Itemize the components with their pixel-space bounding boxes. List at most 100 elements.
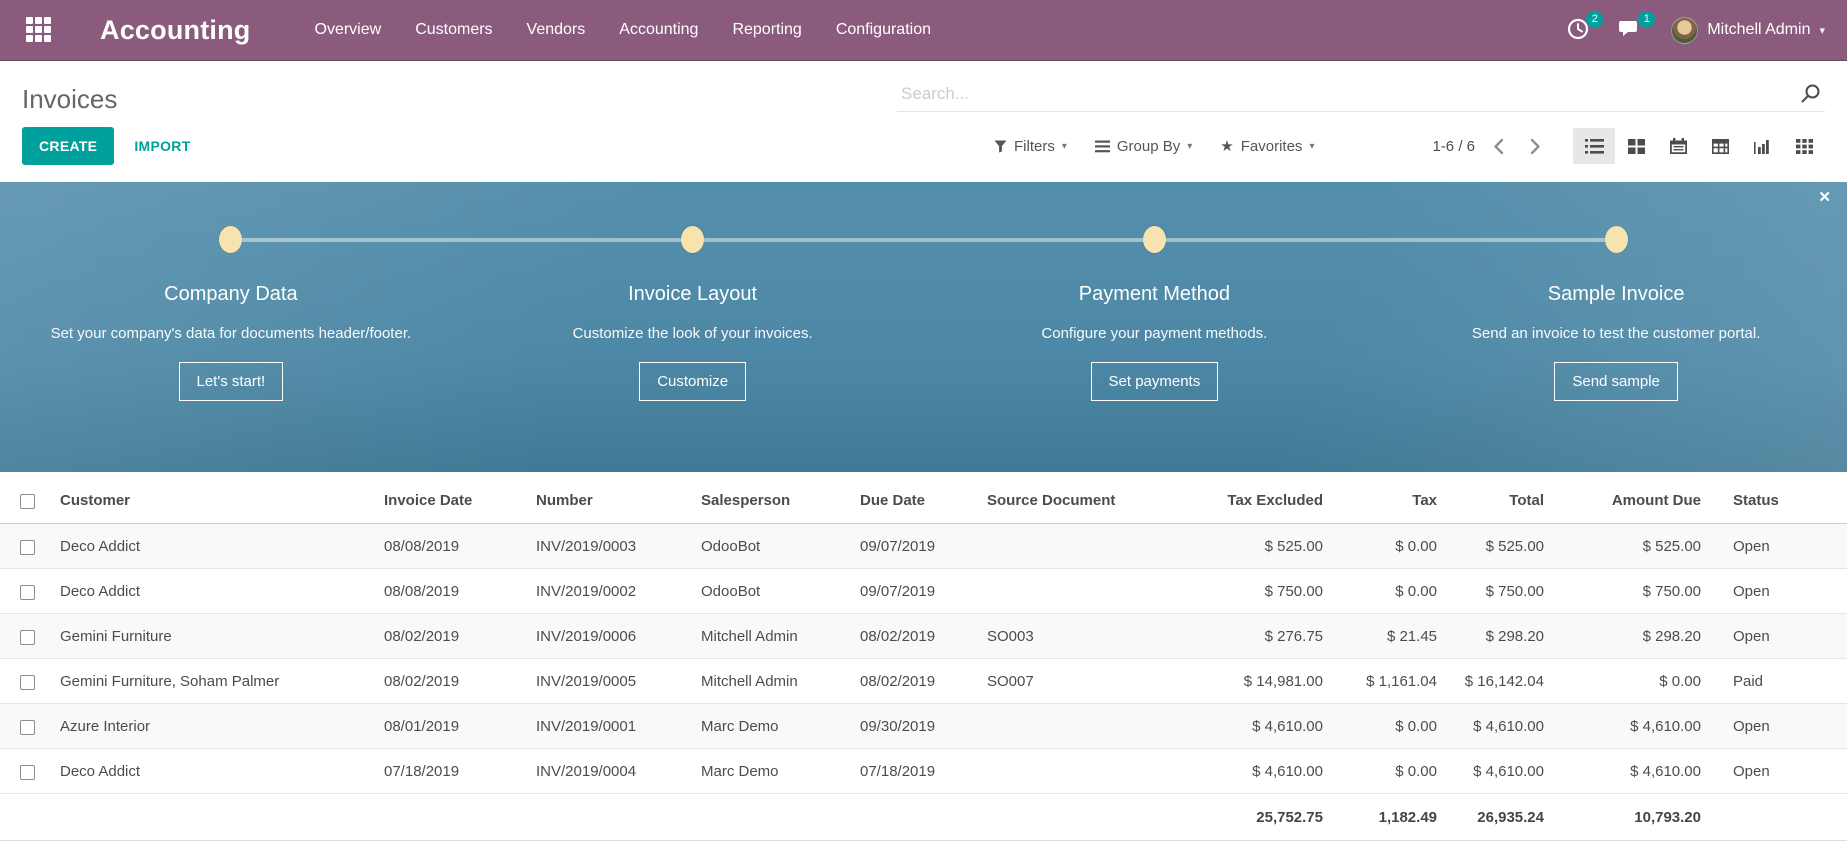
menu-vendors[interactable]: Vendors bbox=[527, 21, 586, 39]
col-status[interactable]: Status bbox=[1715, 476, 1847, 524]
step-title: Sample Invoice bbox=[1548, 283, 1685, 306]
view-switcher bbox=[1573, 128, 1825, 164]
systray: 2 1 Mitchell Admin ▾ bbox=[1567, 17, 1825, 44]
menu-reporting[interactable]: Reporting bbox=[732, 21, 801, 39]
row-checkbox[interactable] bbox=[0, 659, 42, 704]
table-row[interactable]: Gemini Furniture 08/02/2019 INV/2019/000… bbox=[0, 614, 1847, 659]
filters-dropdown[interactable]: Filters ▾ bbox=[994, 138, 1067, 155]
chevron-down-icon: ▾ bbox=[1187, 141, 1192, 152]
control-panel-top: Invoices bbox=[0, 61, 1847, 112]
status-badge: Open bbox=[1715, 614, 1847, 659]
step-dot bbox=[1143, 226, 1166, 253]
status-badge: Open bbox=[1715, 569, 1847, 614]
lets-start-button[interactable]: Let's start! bbox=[179, 362, 284, 401]
table-header-row: Customer Invoice Date Number Salesperson… bbox=[0, 476, 1847, 524]
activity-view-icon[interactable] bbox=[1783, 128, 1825, 164]
step-dot bbox=[681, 226, 704, 253]
page-title: Invoices bbox=[22, 86, 117, 112]
chevron-down-icon: ▾ bbox=[1309, 141, 1314, 152]
col-invoice-date[interactable]: Invoice Date bbox=[366, 476, 518, 524]
table-row[interactable]: Deco Addict 07/18/2019 INV/2019/0004 Mar… bbox=[0, 749, 1847, 794]
search-icon[interactable] bbox=[1800, 83, 1821, 104]
menu-configuration[interactable]: Configuration bbox=[836, 21, 931, 39]
total-tax-excluded: 25,752.75 bbox=[1137, 794, 1337, 841]
step-dot bbox=[1605, 226, 1628, 253]
table-row[interactable]: Azure Interior 08/01/2019 INV/2019/0001 … bbox=[0, 704, 1847, 749]
step-company-data: Company Data Set your company's data for… bbox=[0, 226, 462, 401]
total-total: 26,935.24 bbox=[1451, 794, 1558, 841]
row-checkbox[interactable] bbox=[0, 749, 42, 794]
invoice-list: Customer Invoice Date Number Salesperson… bbox=[0, 476, 1847, 841]
col-amount-due[interactable]: Amount Due bbox=[1558, 476, 1715, 524]
chevron-down-icon: ▾ bbox=[1819, 24, 1825, 37]
top-navbar: Accounting Overview Customers Vendors Ac… bbox=[0, 0, 1847, 61]
pager-range: 1-6 / 6 bbox=[1432, 138, 1475, 155]
app-title: Accounting bbox=[100, 15, 251, 46]
status-badge: Open bbox=[1715, 749, 1847, 794]
user-menu[interactable]: Mitchell Admin ▾ bbox=[1671, 17, 1825, 44]
list-view-icon[interactable] bbox=[1573, 128, 1615, 164]
pager-next-icon[interactable] bbox=[1530, 138, 1541, 155]
status-badge: Paid bbox=[1715, 659, 1847, 704]
col-tax[interactable]: Tax bbox=[1337, 476, 1451, 524]
step-payment-method: Payment Method Configure your payment me… bbox=[924, 226, 1386, 401]
row-checkbox[interactable] bbox=[0, 569, 42, 614]
col-number[interactable]: Number bbox=[518, 476, 683, 524]
chevron-down-icon: ▾ bbox=[1062, 141, 1067, 152]
search-input[interactable] bbox=[901, 84, 1800, 104]
row-checkbox[interactable] bbox=[0, 704, 42, 749]
import-button[interactable]: IMPORT bbox=[134, 138, 190, 154]
select-all-checkbox[interactable] bbox=[0, 476, 42, 524]
send-sample-button[interactable]: Send sample bbox=[1554, 362, 1678, 401]
user-name: Mitchell Admin bbox=[1707, 21, 1810, 39]
pager: 1-6 / 6 bbox=[1432, 138, 1541, 155]
message-count-badge: 1 bbox=[1638, 11, 1655, 28]
activity-count-badge: 2 bbox=[1586, 11, 1603, 28]
pivot-view-icon[interactable] bbox=[1699, 128, 1741, 164]
menu-overview[interactable]: Overview bbox=[315, 21, 382, 39]
totals-row: 25,752.75 1,182.49 26,935.24 10,793.20 bbox=[0, 794, 1847, 841]
step-description: Send an invoice to test the customer por… bbox=[1472, 322, 1761, 345]
set-payments-button[interactable]: Set payments bbox=[1091, 362, 1219, 401]
groupby-dropdown[interactable]: Group By ▾ bbox=[1095, 138, 1192, 155]
graph-view-icon[interactable] bbox=[1741, 128, 1783, 164]
step-title: Company Data bbox=[164, 283, 297, 306]
status-badge: Open bbox=[1715, 524, 1847, 569]
messages-icon[interactable]: 1 bbox=[1619, 18, 1645, 42]
step-description: Customize the look of your invoices. bbox=[573, 322, 813, 345]
step-sample-invoice: Sample Invoice Send an invoice to test t… bbox=[1385, 226, 1847, 401]
main-menu: Overview Customers Vendors Accounting Re… bbox=[315, 21, 931, 39]
step-description: Set your company's data for documents he… bbox=[51, 322, 412, 345]
kanban-view-icon[interactable] bbox=[1615, 128, 1657, 164]
col-total[interactable]: Total bbox=[1451, 476, 1558, 524]
activity-clock-icon[interactable]: 2 bbox=[1567, 18, 1593, 42]
search-bar bbox=[897, 83, 1825, 112]
pager-previous-icon[interactable] bbox=[1493, 138, 1504, 155]
row-checkbox[interactable] bbox=[0, 614, 42, 659]
col-customer[interactable]: Customer bbox=[42, 476, 366, 524]
table-row[interactable]: Deco Addict 08/08/2019 INV/2019/0003 Odo… bbox=[0, 524, 1847, 569]
table-row[interactable]: Deco Addict 08/08/2019 INV/2019/0002 Odo… bbox=[0, 569, 1847, 614]
col-tax-excluded[interactable]: Tax Excluded bbox=[1137, 476, 1337, 524]
step-invoice-layout: Invoice Layout Customize the look of you… bbox=[462, 226, 924, 401]
group-by-icon bbox=[1095, 140, 1110, 153]
apps-menu-icon[interactable] bbox=[26, 17, 52, 43]
onboarding-banner: ✕ Company Data Set your company's data f… bbox=[0, 182, 1847, 472]
filter-funnel-icon bbox=[994, 140, 1007, 153]
step-title: Invoice Layout bbox=[628, 283, 757, 306]
step-dot bbox=[219, 226, 242, 253]
create-button[interactable]: CREATE bbox=[22, 127, 114, 165]
col-source-document[interactable]: Source Document bbox=[969, 476, 1137, 524]
col-due-date[interactable]: Due Date bbox=[842, 476, 969, 524]
customize-button[interactable]: Customize bbox=[639, 362, 746, 401]
calendar-view-icon[interactable] bbox=[1657, 128, 1699, 164]
search-options: Filters ▾ Group By ▾ ★ Favorites ▾ 1-6 /… bbox=[994, 128, 1825, 164]
col-salesperson[interactable]: Salesperson bbox=[683, 476, 842, 524]
menu-customers[interactable]: Customers bbox=[415, 21, 492, 39]
favorites-dropdown[interactable]: ★ Favorites ▾ bbox=[1220, 137, 1314, 155]
table-row[interactable]: Gemini Furniture, Soham Palmer 08/02/201… bbox=[0, 659, 1847, 704]
star-icon: ★ bbox=[1220, 137, 1233, 155]
status-badge: Open bbox=[1715, 704, 1847, 749]
row-checkbox[interactable] bbox=[0, 524, 42, 569]
menu-accounting[interactable]: Accounting bbox=[619, 21, 698, 39]
